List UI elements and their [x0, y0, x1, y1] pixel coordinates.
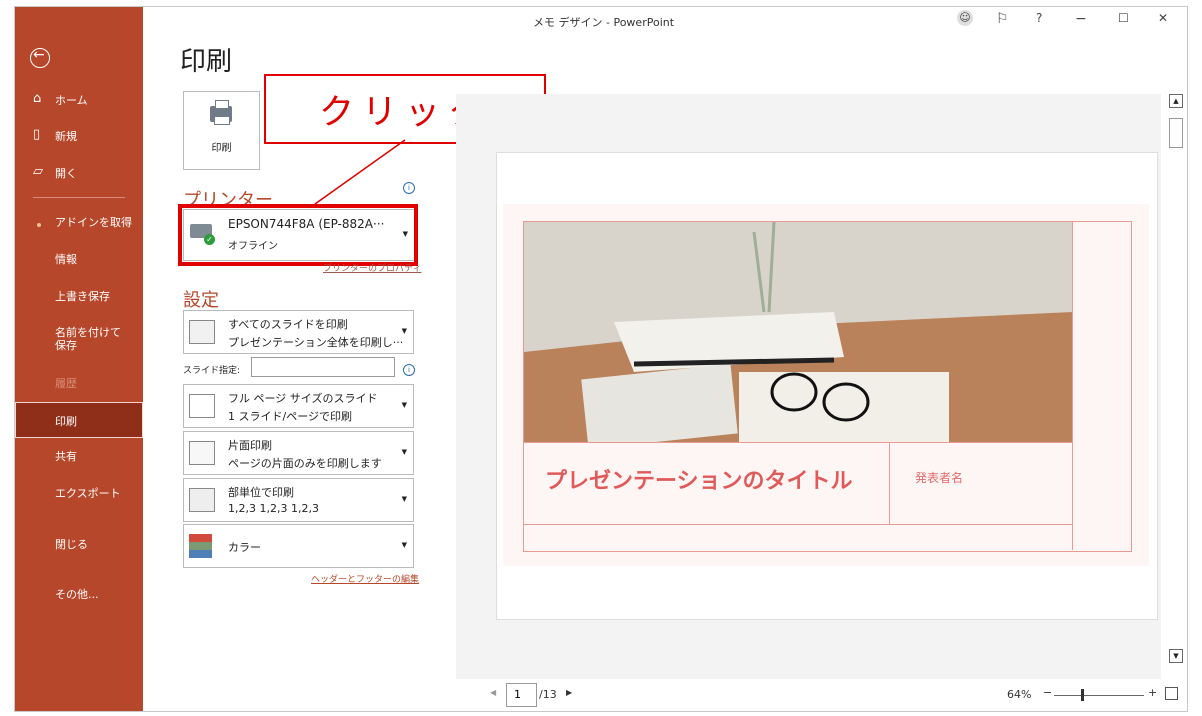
slides-label: スライド指定:	[183, 366, 241, 376]
color-dropdown[interactable]: カラー ▼	[183, 524, 414, 568]
settings-heading: 設定	[183, 290, 219, 311]
chevron-down-icon: ▼	[401, 448, 407, 456]
slide-presenter: 発表者名	[915, 471, 964, 485]
color-title: カラー	[228, 541, 261, 554]
scroll-up-icon[interactable]: ▲	[1169, 94, 1183, 108]
header-footer-link[interactable]: ヘッダーとフッターの編集	[311, 572, 419, 585]
chevron-down-icon: ▼	[401, 327, 407, 335]
collate-title: 部単位で印刷	[228, 486, 294, 499]
sides-desc: ページの片面のみを印刷します	[228, 457, 382, 470]
next-page-icon[interactable]: ▶	[566, 688, 572, 697]
info-icon[interactable]: i	[403, 364, 415, 376]
zoom-in-icon[interactable]: +	[1148, 686, 1157, 699]
color-swatch-icon	[189, 534, 212, 558]
print-range-title: すべてのスライドを印刷	[228, 318, 348, 331]
page-total: /13	[539, 688, 557, 701]
collate-dropdown[interactable]: 部単位で印刷 1,2,3 1,2,3 1,2,3 ▼	[183, 478, 414, 522]
zoom-slider[interactable]	[1054, 695, 1144, 696]
zoom-level: 64%	[1007, 688, 1032, 701]
app-window: ⌂ ホーム ▯ 新規 ▱ 開く アドインを取得 情報 上書き保存 名前を付けて保…	[14, 6, 1188, 712]
info-icon[interactable]: i	[403, 182, 415, 194]
collated-icon	[189, 488, 215, 512]
sides-title: 片面印刷	[228, 439, 272, 452]
zoom-slider-thumb[interactable]	[1081, 689, 1084, 701]
collate-desc: 1,2,3 1,2,3 1,2,3	[228, 502, 319, 515]
fit-to-window-icon[interactable]	[1165, 687, 1178, 700]
zoom-out-icon[interactable]: −	[1043, 686, 1052, 699]
scroll-down-icon[interactable]: ▼	[1169, 649, 1183, 663]
page-number-input[interactable]: 1	[506, 683, 537, 707]
sides-dropdown[interactable]: 片面印刷 ページの片面のみを印刷します ▼	[183, 431, 414, 475]
printer-properties-link[interactable]: プリンターのプロパティ	[323, 261, 421, 274]
slide-title: プレゼンテーションのタイトル	[545, 469, 853, 494]
printer-highlight-box	[178, 204, 418, 266]
slide-photo	[524, 222, 1072, 442]
slide-divider-right	[1072, 222, 1073, 550]
one-sided-icon	[189, 441, 215, 465]
chevron-down-icon: ▼	[401, 541, 407, 549]
layout-title: フル ページ サイズのスライド	[228, 392, 378, 405]
slide-divider-v	[889, 442, 890, 524]
slide-divider-bottom	[524, 524, 1072, 525]
preview-scrollbar[interactable]: ▲ ▼	[1167, 94, 1183, 669]
prev-page-icon[interactable]: ◀	[490, 688, 496, 697]
layout-dropdown[interactable]: フル ページ サイズのスライド 1 スライド/ページで印刷 ▼	[183, 384, 414, 428]
layout-desc: 1 スライド/ページで印刷	[228, 410, 352, 423]
slides-input[interactable]	[251, 357, 395, 377]
full-page-slide-icon	[189, 394, 215, 418]
scroll-thumb[interactable]	[1169, 118, 1183, 148]
chevron-down-icon: ▼	[401, 401, 407, 409]
slide-divider-h	[524, 442, 1072, 443]
current-page: 1	[514, 688, 521, 701]
chevron-down-icon: ▼	[401, 495, 407, 503]
desk-photo-illustration	[524, 222, 1072, 442]
print-range-desc: プレゼンテーション全体を印刷し···	[228, 336, 404, 349]
slides-stack-icon	[189, 320, 215, 344]
print-range-dropdown[interactable]: すべてのスライドを印刷 プレゼンテーション全体を印刷し··· ▼	[183, 310, 414, 354]
